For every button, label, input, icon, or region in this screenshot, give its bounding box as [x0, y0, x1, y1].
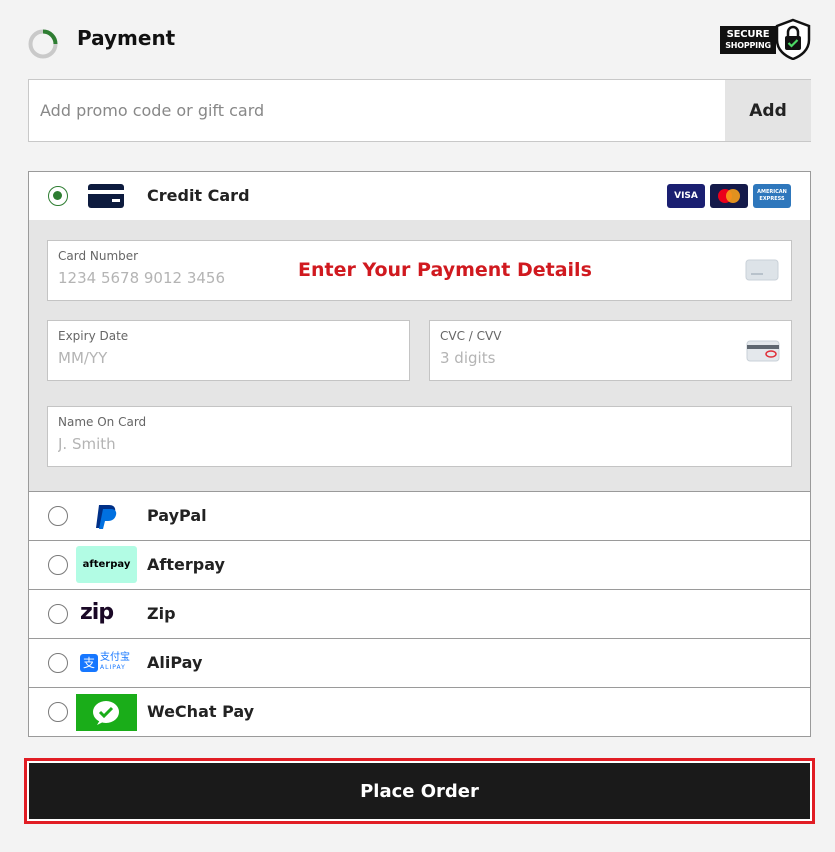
wechat-pay-icon — [76, 694, 137, 731]
cvc-field[interactable]: CVC / CVV — [429, 320, 792, 381]
card-number-field[interactable]: Card Number Enter Your Payment Details — [47, 240, 792, 301]
afterpay-radio[interactable] — [48, 555, 68, 575]
alipay-icon: 支 支付宝 ALIPAY — [80, 652, 134, 674]
cvc-card-icon — [746, 340, 780, 362]
payment-method-afterpay[interactable]: afterpay Afterpay — [28, 540, 811, 590]
card-logos: VISA AMERICAN EXPRESS — [667, 184, 793, 208]
paypal-icon — [96, 505, 117, 529]
amex-icon: AMERICAN EXPRESS — [753, 184, 791, 208]
afterpay-icon: afterpay — [76, 546, 137, 583]
payment-header: Payment SECURE SHOPPING — [0, 0, 835, 80]
wechat-pay-radio[interactable] — [48, 702, 68, 722]
card-number-input[interactable] — [58, 269, 278, 287]
paypal-radio[interactable] — [48, 506, 68, 526]
shield-lock-icon — [775, 18, 811, 60]
zip-label: Zip — [147, 604, 176, 623]
afterpay-label: Afterpay — [147, 555, 225, 574]
cvc-input[interactable] — [440, 349, 720, 367]
payment-method-credit-card[interactable]: Credit Card VISA AMERICAN EXPRESS — [28, 171, 811, 221]
credit-card-icon — [88, 184, 124, 208]
payment-method-paypal[interactable]: PayPal — [28, 491, 811, 541]
credit-card-label: Credit Card — [147, 186, 250, 205]
expiry-date-input[interactable] — [58, 349, 358, 367]
payment-method-wechat-pay[interactable]: WeChat Pay — [28, 687, 811, 737]
place-order-button[interactable]: Place Order — [29, 763, 810, 819]
visa-icon: VISA — [667, 184, 705, 208]
payment-details-annotation: Enter Your Payment Details — [298, 259, 592, 281]
expiry-date-label: Expiry Date — [58, 329, 129, 343]
progress-ring-icon — [28, 29, 58, 59]
wechat-pay-label: WeChat Pay — [147, 702, 255, 721]
credit-card-form: Card Number Enter Your Payment Details E… — [28, 220, 811, 492]
expiry-date-field[interactable]: Expiry Date — [47, 320, 410, 381]
page-title: Payment — [77, 26, 176, 50]
place-order-highlight: Place Order — [24, 758, 815, 824]
name-on-card-input[interactable] — [58, 435, 658, 453]
credit-card-radio[interactable] — [48, 186, 68, 206]
card-number-label: Card Number — [58, 249, 139, 263]
payment-method-alipay[interactable]: 支 支付宝 ALIPAY AliPay — [28, 638, 811, 688]
card-generic-icon — [745, 259, 779, 281]
name-on-card-field[interactable]: Name On Card — [47, 406, 792, 467]
paypal-label: PayPal — [147, 506, 207, 525]
cvc-label: CVC / CVV — [440, 329, 502, 343]
zip-icon: zip — [80, 600, 114, 625]
secure-shopping-label: SECURE SHOPPING — [720, 26, 776, 54]
payment-method-zip[interactable]: zip Zip — [28, 589, 811, 639]
zip-radio[interactable] — [48, 604, 68, 624]
name-on-card-label: Name On Card — [58, 415, 147, 429]
promo-add-button[interactable]: Add — [725, 80, 811, 141]
mastercard-icon — [710, 184, 748, 208]
alipay-radio[interactable] — [48, 653, 68, 673]
secure-shopping-badge: SECURE SHOPPING — [720, 18, 812, 60]
alipay-label: AliPay — [147, 653, 203, 672]
promo-code-bar: Add — [28, 79, 811, 142]
promo-code-input[interactable] — [29, 80, 725, 141]
